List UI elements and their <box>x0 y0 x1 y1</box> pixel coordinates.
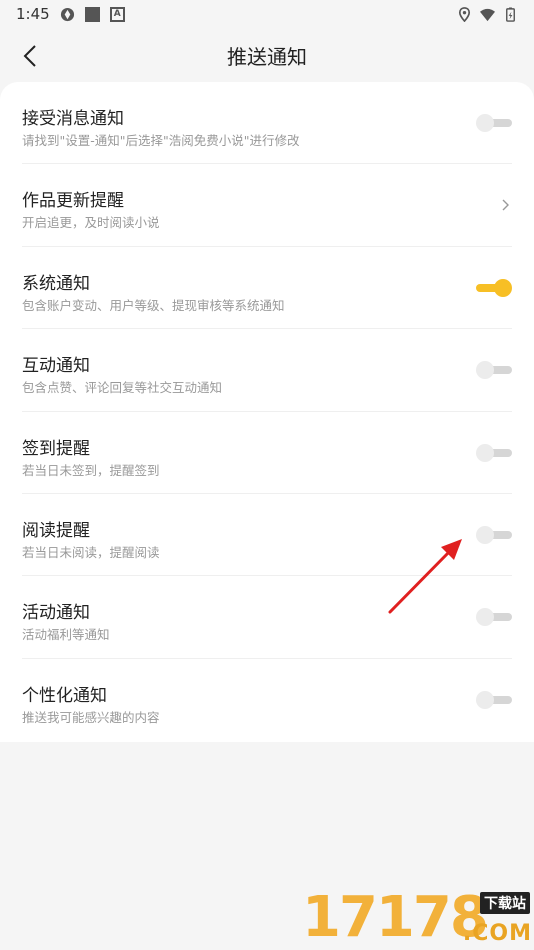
setting-description: 推送我可能感兴趣的内容 <box>22 709 160 725</box>
reading-reminder-toggle[interactable] <box>476 525 512 544</box>
status-bar: 1:45 A <box>0 0 534 28</box>
setting-description: 请找到"设置-通知"后选择"浩阅免费小说"进行修改 <box>22 133 300 148</box>
setting-title: 活动通知 <box>22 603 90 624</box>
a-box-icon: A <box>109 6 125 22</box>
setting-row-work-update[interactable]: 作品更新提醒 开启追更，及时阅读小说 <box>22 164 512 247</box>
aperture-icon <box>60 7 74 21</box>
watermark-domain: .COM <box>462 921 532 946</box>
setting-description: 包含账户变动、用户等级、提现审核等系统通知 <box>22 297 285 313</box>
system-notification-toggle[interactable] <box>476 278 512 297</box>
setting-row-interaction: 互动通知 包含点赞、评论回复等社交互动通知 <box>22 329 512 412</box>
chevron-left-icon <box>23 45 36 67</box>
interaction-notification-toggle[interactable] <box>476 361 512 380</box>
setting-title: 系统通知 <box>22 273 90 294</box>
setting-title: 作品更新提醒 <box>22 191 124 212</box>
setting-row-accept-messages: 接受消息通知 请找到"设置-通知"后选择"浩阅免费小说"进行修改 <box>22 82 512 165</box>
setting-row-system: 系统通知 包含账户变动、用户等级、提现审核等系统通知 <box>22 247 512 330</box>
activity-notification-toggle[interactable] <box>476 608 512 627</box>
setting-description: 包含点赞、评论回复等社交互动通知 <box>22 380 223 396</box>
app-header: 推送通知 <box>0 28 534 82</box>
setting-description: 活动福利等通知 <box>22 627 110 643</box>
location-icon <box>458 6 471 22</box>
setting-title: 阅读提醒 <box>22 520 90 541</box>
watermark-number: 17178 <box>302 885 489 950</box>
setting-title: 签到提醒 <box>22 438 90 459</box>
square-icon <box>84 6 100 22</box>
back-button[interactable] <box>10 36 50 76</box>
setting-row-reading: 阅读提醒 若当日未阅读，提醒阅读 <box>22 494 512 577</box>
status-left: 1:45 A <box>16 5 125 23</box>
setting-description: 开启追更，及时阅读小说 <box>22 215 160 231</box>
setting-row-activity: 活动通知 活动福利等通知 <box>22 576 512 659</box>
status-time: 1:45 <box>16 5 50 23</box>
watermark-logo: 17178 下载站 .COM <box>302 885 532 950</box>
wifi-icon <box>480 8 495 21</box>
setting-title: 接受消息通知 <box>22 109 124 129</box>
battery-icon <box>506 6 515 22</box>
setting-description: 若当日未阅读，提醒阅读 <box>22 544 160 560</box>
watermark-tag: 下载站 <box>480 892 530 914</box>
checkin-reminder-toggle[interactable] <box>476 443 512 462</box>
chevron-right-icon[interactable] <box>498 196 512 214</box>
settings-list: 接受消息通知 请找到"设置-通知"后选择"浩阅免费小说"进行修改 作品更新提醒 … <box>0 82 534 742</box>
setting-row-personalized: 个性化通知 推送我可能感兴趣的内容 <box>22 659 512 741</box>
setting-row-checkin: 签到提醒 若当日未签到，提醒签到 <box>22 412 512 494</box>
setting-title: 个性化通知 <box>22 685 107 706</box>
setting-description: 若当日未签到，提醒签到 <box>22 462 160 478</box>
page-title: 推送通知 <box>227 44 307 69</box>
setting-title: 互动通知 <box>22 356 90 377</box>
accept-messages-toggle[interactable] <box>476 114 512 132</box>
status-right <box>457 6 518 22</box>
personalized-notification-toggle[interactable] <box>476 690 512 709</box>
